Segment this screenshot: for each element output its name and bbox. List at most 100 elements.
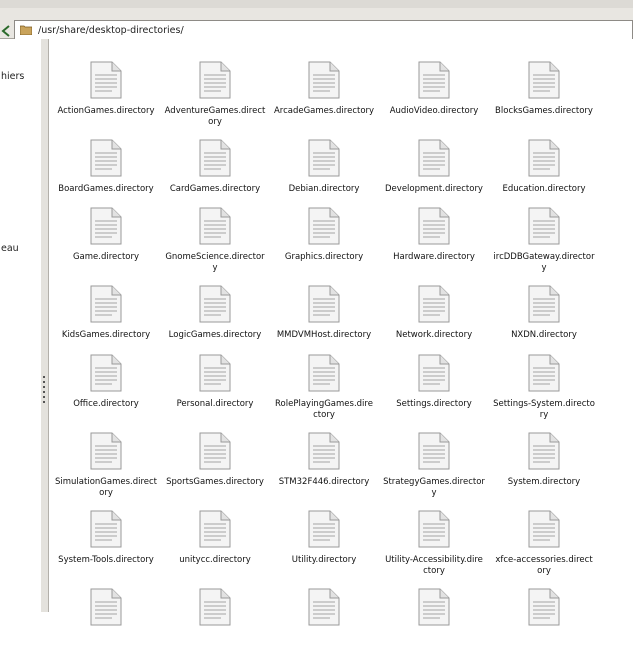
document-file-icon — [90, 432, 122, 470]
file-item[interactable]: BoardGames.directory — [51, 127, 161, 199]
file-item[interactable]: CardGames.directory — [160, 127, 270, 199]
file-item[interactable]: LogicGames.directory — [160, 273, 270, 345]
location-bar[interactable]: /usr/share/desktop-directories/ — [14, 20, 633, 40]
file-name: AdventureGames.directory — [164, 106, 266, 127]
file-item[interactable]: STM32F446.directory — [269, 420, 379, 492]
file-item[interactable]: SimulationGames.directory — [51, 420, 161, 498]
file-item[interactable]: SportsGames.directory — [160, 420, 270, 492]
file-item[interactable]: AudioVideo.directory — [379, 49, 489, 121]
file-name: CardGames.directory — [169, 184, 261, 194]
document-file-icon — [418, 207, 450, 245]
document-file-icon — [199, 432, 231, 470]
file-name: ActionGames.directory — [57, 106, 155, 116]
file-name: Graphics.directory — [284, 252, 364, 262]
file-item[interactable]: StrategyGames.directory — [379, 420, 489, 498]
document-file-icon — [418, 510, 450, 548]
document-file-icon — [199, 207, 231, 245]
document-file-icon — [90, 285, 122, 323]
file-name: StrategyGames.directory — [383, 477, 485, 498]
file-name: Utility-Accessibility.directory — [385, 555, 483, 576]
file-name: Settings.directory — [396, 399, 472, 409]
sidebar-item-label[interactable]: eau — [1, 243, 19, 254]
file-item[interactable]: System.directory — [489, 420, 599, 492]
file-name: GnomeScience.directory — [165, 252, 265, 273]
pane-resize-handle[interactable] — [41, 39, 49, 612]
file-item[interactable]: Utility-Accessibility.directory — [379, 498, 489, 576]
grip-dot — [43, 396, 45, 398]
file-item[interactable]: Education.directory — [489, 127, 599, 199]
file-item[interactable]: System-Tools.directory — [51, 498, 161, 570]
document-file-icon — [418, 432, 450, 470]
file-item[interactable]: Development.directory — [379, 127, 489, 199]
file-item[interactable]: KidsGames.directory — [51, 273, 161, 345]
file-item[interactable]: RolePlayingGames.directory — [269, 342, 379, 420]
file-item[interactable]: Office.directory — [51, 342, 161, 414]
file-name: Network.directory — [395, 330, 473, 340]
document-file-icon — [90, 207, 122, 245]
document-file-icon — [90, 588, 122, 626]
file-item[interactable]: ActionGames.directory — [51, 49, 161, 121]
file-item[interactable]: ircDDBGateway.directory — [489, 195, 599, 273]
file-name: RolePlayingGames.directory — [275, 399, 373, 420]
grip-dot — [43, 386, 45, 388]
file-item[interactable]: Personal.directory — [160, 342, 270, 414]
file-item[interactable] — [269, 576, 379, 648]
file-item[interactable]: NXDN.directory — [489, 273, 599, 345]
file-name: Game.directory — [72, 252, 140, 262]
document-file-icon — [528, 588, 560, 626]
file-item[interactable]: BlocksGames.directory — [489, 49, 599, 121]
file-item[interactable]: MMDVMHost.directory — [269, 273, 379, 345]
document-file-icon — [199, 139, 231, 177]
grip-dot — [43, 401, 45, 403]
file-item[interactable] — [489, 576, 599, 648]
folder-icon — [20, 25, 32, 35]
file-item[interactable]: xfce-accessories.directory — [489, 498, 599, 576]
file-name: Debian.directory — [288, 184, 360, 194]
file-name: NXDN.directory — [511, 330, 577, 340]
document-file-icon — [308, 510, 340, 548]
file-item[interactable] — [51, 576, 161, 648]
file-item[interactable]: AdventureGames.directory — [160, 49, 270, 127]
file-item[interactable]: Settings-System.directory — [489, 342, 599, 420]
file-name: Utility.directory — [291, 555, 357, 565]
document-file-icon — [308, 139, 340, 177]
file-name: Personal.directory — [176, 399, 254, 409]
file-name: xfce-accessories.directory — [495, 555, 593, 576]
document-file-icon — [308, 588, 340, 626]
document-file-icon — [418, 588, 450, 626]
document-file-icon — [199, 285, 231, 323]
file-item[interactable] — [160, 576, 270, 648]
file-item[interactable]: ArcadeGames.directory — [269, 49, 379, 121]
file-item[interactable]: GnomeScience.directory — [160, 195, 270, 273]
file-item[interactable]: Graphics.directory — [269, 195, 379, 267]
file-grid: ActionGames.directory AdventureGames.dire… — [49, 39, 633, 626]
document-file-icon — [528, 61, 560, 99]
document-file-icon — [308, 285, 340, 323]
file-item[interactable]: Network.directory — [379, 273, 489, 345]
grip-dot — [43, 391, 45, 393]
document-file-icon — [528, 207, 560, 245]
file-name: Office.directory — [73, 399, 139, 409]
file-item[interactable] — [379, 576, 489, 648]
file-item[interactable]: Hardware.directory — [379, 195, 489, 267]
file-item[interactable]: unitycc.directory — [160, 498, 270, 570]
document-file-icon — [90, 510, 122, 548]
places-sidebar: hiers eau — [0, 39, 42, 612]
file-name: Development.directory — [385, 184, 483, 194]
file-name: ircDDBGateway.directory — [493, 252, 595, 273]
sidebar-item-label[interactable]: hiers — [1, 71, 24, 82]
file-name: SimulationGames.directory — [55, 477, 158, 498]
file-item[interactable]: Utility.directory — [269, 498, 379, 570]
document-file-icon — [199, 354, 231, 392]
file-item[interactable]: Debian.directory — [269, 127, 379, 199]
file-name: unitycc.directory — [179, 555, 251, 565]
file-item[interactable]: Game.directory — [51, 195, 161, 267]
document-file-icon — [528, 354, 560, 392]
file-item[interactable]: Settings.directory — [379, 342, 489, 414]
document-file-icon — [418, 285, 450, 323]
file-name: System-Tools.directory — [58, 555, 154, 565]
file-name: MMDVMHost.directory — [276, 330, 372, 340]
document-file-icon — [308, 432, 340, 470]
file-name: ArcadeGames.directory — [273, 106, 375, 116]
file-name: Settings-System.directory — [493, 399, 595, 420]
